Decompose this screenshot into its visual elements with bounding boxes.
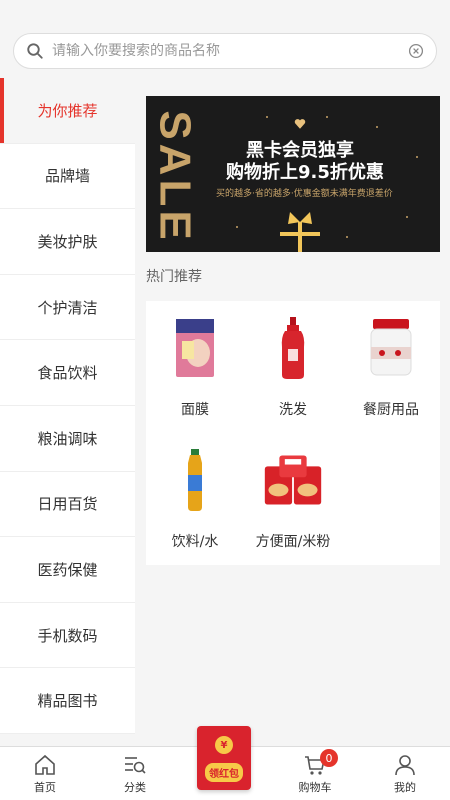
category-label: 方便面/米粉 [255,534,331,550]
banner-subtitle: 购物折上9.5折优惠 [226,162,384,183]
sidebar-item-daily-goods[interactable]: 日用百货 [0,471,135,538]
sidebar-item-label: 医药保健 [37,560,98,579]
search-box[interactable] [13,33,437,69]
category-label: 饮料/水 [171,534,219,550]
search-icon [27,43,43,59]
sidebar-item-recommend[interactable]: 为你推荐 [0,78,135,144]
category-face-mask[interactable]: 面膜 [146,301,244,433]
search-bar [0,0,450,80]
user-icon [395,755,415,776]
sidebar-item-label: 食品饮料 [37,364,98,383]
category-label: 餐厨用品 [363,402,419,418]
sidebar-item-label: 为你推荐 [37,101,98,120]
sidebar-item-beauty[interactable]: 美妆护肤 [0,209,135,275]
category-shampoo[interactable]: 洗发 [244,301,342,433]
nav-home-label: 首页 [34,781,56,794]
category-sidebar: 为你推荐 品牌墙 美妆护肤 个护清洁 食品饮料 粮油调味 日用百货 医药保健 手… [0,78,135,746]
instant-noodle-icon [263,445,323,515]
category-drinks[interactable]: 饮料/水 [146,433,244,565]
face-mask-icon [165,313,225,383]
sidebar-item-grain-oil[interactable]: 粮油调味 [0,405,135,472]
sidebar-item-brand-wall[interactable]: 品牌墙 [0,143,135,210]
gift-bow-icon [280,212,320,252]
red-envelope-button[interactable]: ¥ 领红包 [197,726,251,790]
search-input[interactable] [52,43,408,59]
sidebar-item-label: 粮油调味 [37,429,98,448]
yuan-coin-icon: ¥ [215,736,233,754]
sidebar-item-label: 个护清洁 [37,298,98,317]
shampoo-icon [263,313,323,383]
category-label: 洗发 [279,402,307,418]
sidebar-item-personal-care[interactable]: 个护清洁 [0,274,135,341]
section-title: 热门推荐 [146,269,202,285]
hot-category-grid: 面膜 洗发 餐厨用品 饮料/水 方便面/米粉 [146,301,440,565]
nav-me[interactable]: 我的 [360,747,450,800]
sidebar-item-label: 手机数码 [37,626,98,645]
sidebar-item-food-drink[interactable]: 食品饮料 [0,340,135,406]
nav-cart[interactable]: 0 购物车 [270,747,360,800]
banner-note: 买的越多·省的越多·优惠金额未满年费退差价 [216,189,393,199]
sidebar-item-digital[interactable]: 手机数码 [0,602,135,669]
nav-cart-label: 购物车 [298,781,332,794]
sidebar-item-label: 精品图书 [37,692,98,711]
category-label: 面膜 [181,402,209,418]
red-envelope-label: 领红包 [205,763,243,782]
home-icon [35,754,55,775]
sidebar-item-label: 品牌墙 [44,167,90,186]
cart-count-badge: 0 [320,749,338,767]
category-instant-noodle[interactable]: 方便面/米粉 [244,433,342,565]
sidebar-item-health[interactable]: 医药保健 [0,537,135,603]
sale-text: SALE [150,110,200,244]
sidebar-item-label: 日用百货 [37,495,98,514]
clear-icon[interactable] [408,43,424,59]
drink-bottle-icon [165,445,225,515]
heart-icon [294,119,306,129]
sidebar-item-label: 美妆护肤 [37,232,98,251]
nav-home[interactable]: 首页 [0,747,90,800]
food-jar-icon [361,313,421,383]
nav-category-label: 分类 [124,781,146,794]
nav-me-label: 我的 [394,781,416,794]
promo-banner[interactable]: SALE 黑卡会员独享 购物折上9.5折优惠 买的越多·省的越多·优惠金额未满年… [146,96,440,252]
sidebar-item-books[interactable]: 精品图书 [0,668,135,734]
nav-category[interactable]: 分类 [90,747,180,800]
category-list-icon [125,757,146,774]
category-kitchen[interactable]: 餐厨用品 [342,301,440,433]
